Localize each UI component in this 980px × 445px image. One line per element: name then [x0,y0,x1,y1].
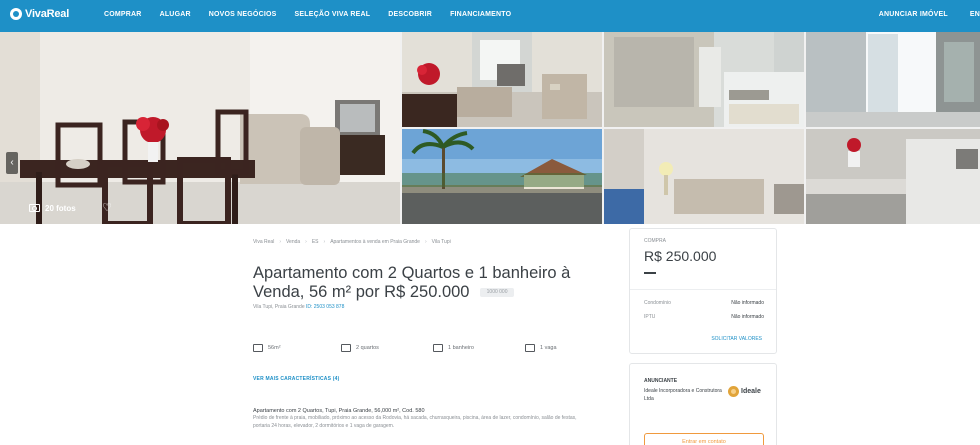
photo-beach-view[interactable] [402,129,602,224]
advertiser-logo[interactable]: Ideale [728,386,761,397]
nav-link-language[interactable]: EN [970,11,980,18]
breadcrumb-item[interactable]: Venda [286,239,300,245]
advertiser-label: ANUNCIANTE [644,378,678,384]
more-features-link[interactable]: VER MAIS CARACTERÍSTICAS (4) [253,376,339,382]
request-values-link[interactable]: SOLICITAR VALORES [711,336,762,342]
breadcrumb-item[interactable]: Vila Tupi [432,239,451,245]
feature-bedrooms: 2 quartos [341,344,433,352]
fee-value: Não informado [731,300,764,306]
nav-right-links: ANUNCIAR IMÓVEL EN [879,11,980,18]
camera-icon [29,204,40,212]
feature-bedrooms-label: 2 quartos [356,345,379,351]
nav-link-selecao[interactable]: SELEÇÃO VIVA REAL [295,11,371,18]
nav-link-descobrir[interactable]: DESCOBRIR [388,11,432,18]
photo-balcony[interactable] [806,32,980,127]
nav-link-financiamento[interactable]: FINANCIAMENTO [450,11,511,18]
contact-button[interactable]: Entrar em contato [644,433,764,445]
fee-value: Não informado [731,314,764,320]
price-label: COMPRA [644,238,666,244]
gallery-prev-arrow[interactable]: ‹ [6,152,18,174]
photo-sofa[interactable] [604,129,804,224]
breadcrumb-item[interactable]: Apartamentos à venda em Praia Grande [330,239,420,245]
features-row: 56m² 2 quartos 1 banheiro 1 vaga [253,344,613,352]
listing-address: Vila Tupi, Praia Grande ID: 2503 053 878 [253,304,344,310]
logo-text: VivaReal [25,8,70,20]
logo-icon [10,8,22,20]
advertiser-name[interactable]: Ideale Incorporadora e Construtora Ltda [644,387,724,403]
photo-kitchen[interactable] [604,32,804,127]
breadcrumb-separator: › [279,239,281,245]
breadcrumb-separator: › [323,239,326,245]
advertiser-logo-text: Ideale [741,388,761,395]
photo-bathroom[interactable] [806,129,980,224]
feature-parking-label: 1 vaga [540,345,557,351]
area-icon [253,344,263,352]
price-divider [644,272,656,274]
feature-parking: 1 vaga [525,344,613,352]
price-card: COMPRA R$ 250.000 Condomínio Não informa… [629,228,777,354]
breadcrumb-separator: › [424,239,427,245]
main-nav-links: COMPRAR ALUGAR NOVOS NEGÓCIOS SELEÇÃO VI… [104,11,511,18]
listing-reference: ID: 2503 053 878 [306,304,345,310]
vivareal-logo[interactable]: VivaReal [10,8,69,20]
description-title: Apartamento com 2 Quartos, Tupi, Praia G… [253,408,425,414]
photo-gallery: ‹ [0,32,980,224]
price-value: R$ 250.000 [644,248,717,264]
feature-bathrooms-label: 1 banheiro [448,345,474,351]
photos-count-label: 20 fotos [45,203,76,213]
advertiser-logo-icon [728,386,739,397]
address-text: Vila Tupi, Praia Grande [253,304,305,310]
advertiser-card: ANUNCIANTE Ideale Incorporadora e Constr… [629,363,777,445]
description-body: Prédio de frente à praia, mobiliado, pró… [253,415,577,429]
all-photos-button[interactable]: 20 fotos [29,199,76,217]
feature-area-label: 56m² [268,345,281,351]
feature-bathrooms: 1 banheiro [433,344,525,352]
nav-link-anunciar[interactable]: ANUNCIAR IMÓVEL [879,11,948,18]
bath-icon [433,344,443,352]
listing-code-badge: 1000 000 [480,288,515,298]
bed-icon [341,344,351,352]
photo-living-room[interactable] [402,32,602,127]
feature-area: 56m² [253,344,341,352]
fee-key: IPTU [644,314,656,320]
fee-key: Condomínio [644,300,671,306]
listing-title: Apartamento com 2 Quartos e 1 banheiro à… [253,264,603,302]
breadcrumb-separator: › [305,239,307,245]
main-photo-dining-room[interactable] [0,32,400,224]
breadcrumb-item[interactable]: ES [312,239,319,245]
top-navigation-bar: VivaReal COMPRAR ALUGAR NOVOS NEGÓCIOS S… [0,0,980,32]
breadcrumb: Viva Real › Venda › ES › Apartamentos à … [253,239,451,245]
nav-link-alugar[interactable]: ALUGAR [160,11,191,18]
favorite-heart-icon[interactable]: ♡ [100,201,114,215]
listing-title-text: Apartamento com 2 Quartos e 1 banheiro à… [253,264,571,301]
card-divider [630,289,776,290]
nav-link-comprar[interactable]: COMPRAR [104,11,142,18]
fee-row-condominio: Condomínio Não informado [644,300,764,306]
car-icon [525,344,535,352]
breadcrumb-item[interactable]: Viva Real [253,239,274,245]
fee-row-iptu: IPTU Não informado [644,314,764,320]
nav-link-novos-negocios[interactable]: NOVOS NEGÓCIOS [209,11,277,18]
